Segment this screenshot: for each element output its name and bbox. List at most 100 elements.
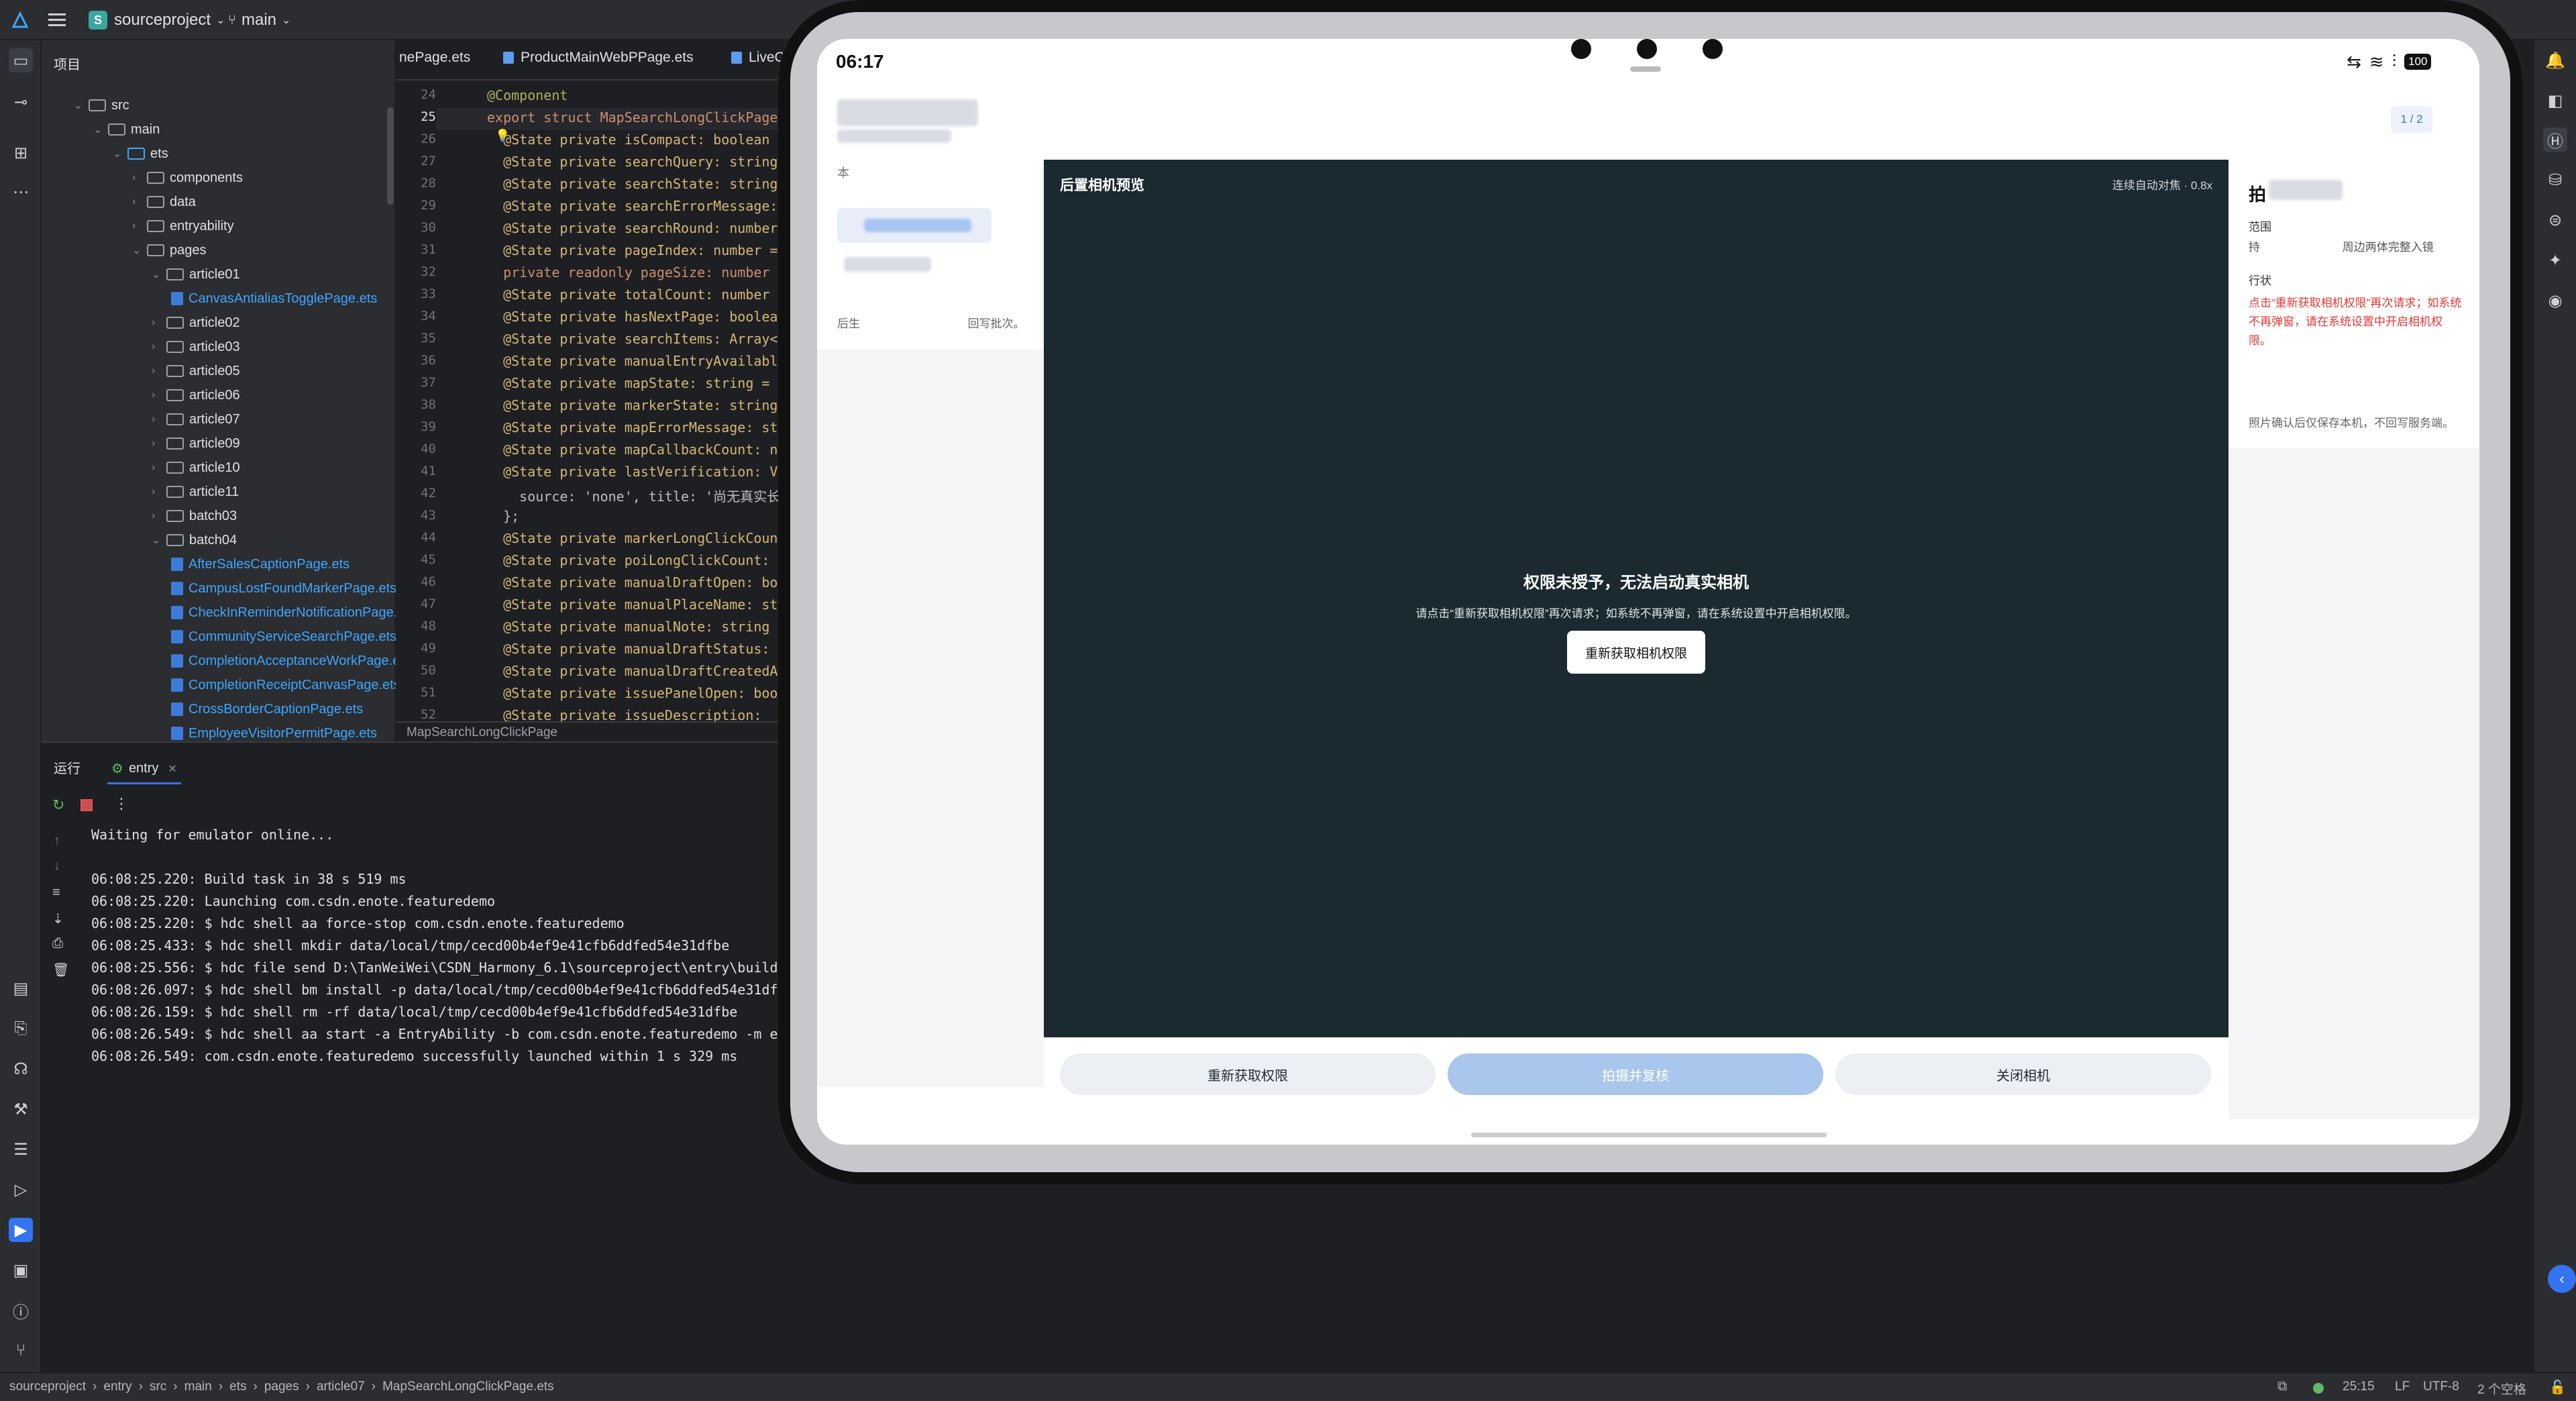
editor-breadcrumb[interactable]: MapSearchLongClickPage	[396, 721, 778, 741]
file-encoding[interactable]: UTF-8	[2423, 1380, 2459, 1394]
tree-folder-item[interactable]: › article09	[152, 432, 240, 455]
collapse-chevron-icon[interactable]: ‹	[2548, 1265, 2576, 1293]
code-line[interactable]: @State private mapErrorMessage: st	[487, 419, 777, 435]
code-line[interactable]: @State private manualPlaceName: st	[487, 596, 777, 613]
tree-folder-item[interactable]: ⌄ article01	[152, 263, 240, 286]
tree-folder-item[interactable]: › article10	[152, 456, 240, 479]
emulator-screen[interactable]: 06:17 ⇆ ≋ ⫶ 100 本 后生 回写批次。 后置相机预览 连续自动对焦…	[817, 39, 2479, 1145]
commit-icon[interactable]: ⊸	[9, 90, 33, 114]
capture-review-button[interactable]: 拍摄并复核	[1448, 1053, 1823, 1095]
device-manager-icon[interactable]: ◧	[2543, 89, 2567, 113]
code-line[interactable]: @State private manualNote: string	[487, 619, 769, 635]
code-line[interactable]: @State private poiLongClickCount:	[487, 552, 769, 568]
chevron-right-icon[interactable]: ›	[132, 196, 147, 208]
status-breadcrumb-item[interactable]: entry	[103, 1380, 131, 1394]
request-camera-permission-button[interactable]: 重新获取相机权限	[1567, 631, 1705, 674]
terminal-icon[interactable]: ▣	[9, 1258, 33, 1282]
tree-folder-item[interactable]: › article06	[152, 384, 240, 407]
project-folder-icon[interactable]: ▭	[9, 48, 33, 72]
code-line[interactable]: @State private issuePanelOpen: boo	[487, 685, 777, 701]
branch-switcher[interactable]: ⑂ main ⌄	[228, 8, 290, 32]
chevron-right-icon[interactable]: ›	[152, 341, 166, 353]
code-line[interactable]: @State private searchItems: Array<	[487, 331, 777, 347]
tree-folder-item[interactable]: › article02	[152, 311, 240, 334]
code-line[interactable]: export struct MapSearchLongClickPage	[487, 109, 777, 125]
run-panel-title[interactable]: 运行	[54, 758, 80, 777]
ai-assistant-icon[interactable]: ✦	[2543, 248, 2567, 272]
code-line[interactable]: @State private totalCount: number	[487, 287, 769, 303]
drag-handle[interactable]	[1630, 66, 1661, 72]
run-icon[interactable]: ▶	[9, 1218, 33, 1242]
tree-folder-item[interactable]: › data	[132, 191, 196, 213]
status-breadcrumb-item[interactable]: pages	[264, 1380, 299, 1394]
chevron-right-icon[interactable]: ›	[132, 220, 147, 232]
structure-icon[interactable]: ⊞	[9, 141, 33, 165]
code-line[interactable]: @State private hasNextPage: boolea	[487, 309, 777, 325]
chevron-right-icon[interactable]: ›	[152, 317, 166, 329]
code-line[interactable]: private readonly pageSize: number	[487, 264, 769, 280]
code-line[interactable]: @State private manualDraftCreatedA	[487, 663, 777, 679]
chevron-right-icon[interactable]: ›	[152, 462, 166, 474]
tree-folder-item[interactable]: › article05	[152, 360, 240, 382]
todo-icon[interactable]: ☰	[9, 1137, 33, 1161]
tree-file-item[interactable]: CrossBorderCaptionPage.ets	[171, 698, 363, 721]
tree-file-item[interactable]: CanvasAntialiasTogglePage.ets	[171, 287, 377, 310]
tree-file-item[interactable]: AfterSalesCaptionPage.ets	[171, 553, 350, 576]
more-icon[interactable]: ⋯	[9, 180, 33, 204]
tree-folder-item[interactable]: ⌄ main	[93, 118, 160, 141]
status-breadcrumb-item[interactable]: MapSearchLongClickPage.ets	[382, 1380, 554, 1394]
line-separator[interactable]: LF	[2395, 1380, 2410, 1394]
trash-icon[interactable]: 🗑	[52, 962, 69, 978]
chevron-right-icon[interactable]: ›	[152, 437, 166, 450]
stop-icon[interactable]	[80, 799, 93, 811]
code-editor[interactable]: nePage.ets ProductMainWebPPage.ets LiveC…	[396, 40, 792, 741]
debug-icon[interactable]: ▷	[9, 1178, 33, 1202]
close-camera-button[interactable]: 关闭相机	[1835, 1053, 2211, 1095]
code-line[interactable]: @State private isCompact: boolean	[487, 132, 769, 148]
tree-folder-item[interactable]: › entryability	[132, 215, 234, 238]
code-line[interactable]: @State private manualDraftStatus:	[487, 641, 769, 657]
chevron-down-icon[interactable]: ⌄	[74, 99, 89, 112]
status-breadcrumb-item[interactable]: ets	[229, 1380, 246, 1394]
rerun-icon[interactable]: ↻	[52, 796, 64, 814]
previewer-icon[interactable]: Ⓗ	[2543, 127, 2567, 152]
home-indicator[interactable]	[1471, 1133, 1827, 1137]
run-tab-entry[interactable]: ⚙ entry ✕	[107, 755, 181, 784]
profiler-icon[interactable]: ⎘	[9, 1017, 33, 1041]
problems-icon[interactable]: ⓘ	[9, 1298, 33, 1322]
editor-tab[interactable]: ProductMainWebPPage.ets	[503, 50, 694, 66]
code-line[interactable]: @State private pageIndex: number =	[487, 242, 777, 258]
main-menu-icon[interactable]	[48, 8, 67, 32]
scroll-end-icon[interactable]: ⇣	[52, 911, 64, 927]
database-icon[interactable]: ⛁	[2543, 168, 2567, 192]
status-breadcrumb-item[interactable]: src	[150, 1380, 166, 1394]
code-line[interactable]: @State private markerState: string	[487, 397, 777, 413]
code-line[interactable]: source: 'none', title: '尚无真实长	[487, 486, 780, 505]
tree-folder-item[interactable]: ⌄ pages	[132, 239, 207, 262]
tree-file-item[interactable]: CompletionReceiptCanvasPage.ets	[171, 674, 400, 696]
code-line[interactable]: };	[487, 508, 519, 524]
status-breadcrumb-item[interactable]: article07	[317, 1380, 365, 1394]
tree-folder-item[interactable]: › article11	[152, 480, 239, 503]
editor-tab[interactable]: nePage.ets	[399, 50, 470, 66]
code-line[interactable]: @State private manualEntryAvailabl	[487, 353, 777, 369]
blurred-item[interactable]	[844, 257, 931, 272]
chevron-down-icon[interactable]: ⌄	[152, 268, 166, 281]
more-vertical-icon[interactable]: ⋮	[114, 795, 129, 813]
chevron-right-icon[interactable]: ›	[152, 413, 166, 425]
git-icon[interactable]: ⑂	[9, 1339, 33, 1363]
chevron-down-icon[interactable]: ⌄	[152, 533, 166, 547]
chevron-right-icon[interactable]: ›	[152, 486, 166, 498]
chevron-right-icon[interactable]: ›	[152, 510, 166, 522]
scroll-down-icon[interactable]: ↓	[54, 858, 60, 874]
notifications-icon[interactable]: 🔔	[2543, 48, 2567, 72]
plugins-icon[interactable]: ☊	[9, 1057, 33, 1081]
code-line[interactable]: @State private searchErrorMessage:	[487, 198, 777, 214]
eye-icon[interactable]: ◉	[2543, 289, 2567, 313]
indent-setting[interactable]: 2 个空格	[2477, 1380, 2526, 1398]
tree-folder-item[interactable]: ⌄ src	[74, 94, 129, 117]
chevron-down-icon[interactable]: ⌄	[93, 123, 108, 136]
code-line[interactable]: @State private mapState: string =	[487, 375, 769, 391]
project-switcher[interactable]: S sourceproject ⌄	[89, 8, 225, 32]
build-icon[interactable]: ⚒	[9, 1097, 33, 1121]
